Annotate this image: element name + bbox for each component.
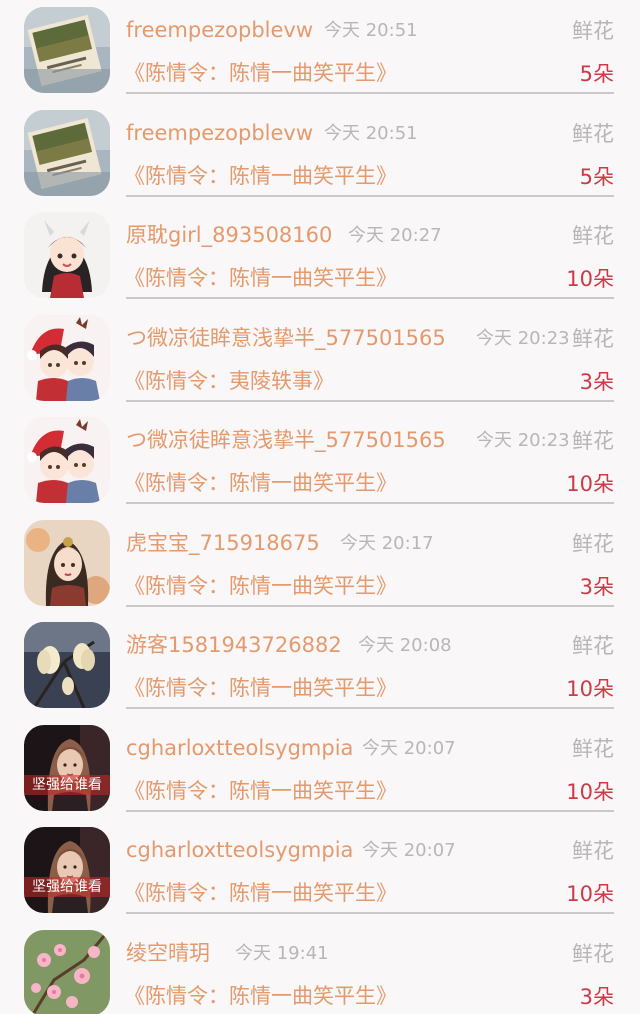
timestamp: 今天 20:08 [358, 635, 452, 656]
gift-count: 10朵 [566, 882, 614, 906]
divider [126, 912, 614, 914]
avatar[interactable] [24, 622, 110, 708]
username[interactable]: freempezopblevw [126, 119, 313, 147]
timestamp: 今天 20:23 [476, 327, 570, 349]
divider [126, 707, 614, 709]
divider [126, 604, 614, 607]
username[interactable]: cgharloxtteolsygmpia [126, 734, 353, 762]
timestamp: 今天 20:23 [476, 430, 570, 451]
book-title[interactable]: 《陈情令：陈情一曲笑平生》 [124, 162, 397, 190]
timestamp: 今天 20:51 [324, 20, 418, 41]
gift-count: 10朵 [566, 267, 614, 291]
book-title[interactable]: 《陈情令：陈情一曲笑平生》 [124, 469, 397, 497]
username[interactable]: 绫空晴玥 [126, 939, 210, 967]
book-title[interactable]: 《陈情令：陈情一曲笑平生》 [124, 59, 397, 87]
divider [126, 502, 614, 504]
gift-type: 鲜花 [572, 531, 614, 556]
avatar[interactable] [24, 314, 110, 401]
username[interactable]: 游客1581943726882 [126, 631, 342, 659]
gift-count: 3朵 [579, 984, 614, 1009]
timestamp: 今天 20:27 [348, 225, 442, 246]
gift-type: 鲜花 [572, 326, 614, 351]
gift-type: 鲜花 [572, 429, 614, 453]
divider [126, 399, 614, 402]
book-title[interactable]: 《陈情令：陈情一曲笑平生》 [124, 264, 397, 292]
gift-count: 3朵 [579, 369, 614, 394]
gift-record-row[interactable]: freempezopblevw 今天 20:51 鲜花《陈情令：陈情一曲笑平生》 5朵 [0, 103, 640, 206]
username[interactable]: 虎宝宝_715918675 [126, 529, 320, 557]
gift-type: 鲜花 [572, 19, 614, 43]
username[interactable]: つ微凉徒眸意浅挚半_577501565 [126, 426, 446, 454]
avatar-caption: 坚强给谁看 [24, 774, 110, 795]
avatar[interactable] [24, 109, 110, 196]
username[interactable]: つ微凉徒眸意浅挚半_577501565 [126, 324, 446, 352]
gift-count: 10朵 [566, 677, 614, 701]
gift-record-row[interactable]: freempezopblevw 今天 20:51 鲜花《陈情令：陈情一曲笑平生》 5朵 [0, 0, 640, 103]
gift-record-row[interactable]: 游客1581943726882 今天 20:08 鲜花《陈情令：陈情一曲笑平生》 10… [0, 615, 640, 718]
timestamp: 今天 20:17 [340, 532, 434, 554]
divider [126, 809, 614, 812]
gift-type: 鲜花 [572, 224, 614, 248]
avatar[interactable] [24, 929, 110, 1014]
gift-type: 鲜花 [572, 839, 614, 863]
book-title[interactable]: 《陈情令：陈情一曲笑平生》 [124, 982, 397, 1010]
gift-record-row[interactable]: 虎宝宝_715918675 今天 20:17 鲜花《陈情令：陈情一曲笑平生》 3朵 [0, 513, 640, 616]
gift-count: 10朵 [566, 779, 614, 804]
book-title[interactable]: 《陈情令：陈情一曲笑平生》 [124, 777, 397, 805]
gift-record-row[interactable]: 原耽girl_893508160 今天 20:27 鲜花《陈情令：陈情一曲笑平生》 1… [0, 205, 640, 308]
avatar-caption: 坚强给谁看 [24, 877, 110, 897]
gift-record-row[interactable]: つ微凉徒眸意浅挚半_577501565 今天 20:23 鲜花《陈情令：陈情一曲笑平… [0, 410, 640, 513]
gift-record-row[interactable]: つ微凉徒眸意浅挚半_577501565 今天 20:23 鲜花《陈情令：夷陵轶事》 3… [0, 308, 640, 411]
gift-record-row[interactable]: 坚强给谁看 cgharloxtteolsygmpia 今天 20:07 鲜花《陈情令：… [0, 820, 640, 923]
gift-type: 鲜花 [572, 941, 614, 966]
avatar[interactable] [24, 7, 110, 93]
gift-type: 鲜花 [572, 736, 614, 761]
username[interactable]: 原耽girl_893508160 [126, 221, 332, 249]
avatar[interactable] [24, 417, 110, 503]
timestamp: 今天 20:07 [362, 840, 456, 861]
divider [126, 297, 614, 299]
username[interactable]: freempezopblevw [126, 16, 313, 44]
gift-record-row[interactable]: 坚强给谁看 cgharloxtteolsygmpia 今天 20:07 鲜花《陈情令：… [0, 718, 640, 821]
gift-count: 10朵 [566, 472, 614, 496]
book-title[interactable]: 《陈情令：陈情一曲笑平生》 [124, 674, 397, 702]
avatar[interactable] [24, 212, 110, 298]
gift-count: 5朵 [579, 164, 614, 189]
avatar[interactable]: 坚强给谁看 [24, 827, 110, 913]
gift-record-row[interactable]: 绫空晴玥 今天 19:41 鲜花《陈情令：陈情一曲笑平生》 3朵 [0, 923, 640, 1014]
divider [126, 92, 614, 94]
gift-count: 5朵 [579, 62, 614, 86]
gift-count: 3朵 [579, 574, 614, 599]
timestamp: 今天 20:51 [324, 122, 418, 144]
book-title[interactable]: 《陈情令：夷陵轶事》 [124, 367, 334, 395]
book-title[interactable]: 《陈情令：陈情一曲笑平生》 [124, 879, 397, 907]
timestamp: 今天 19:41 [235, 942, 329, 964]
gift-type: 鲜花 [572, 634, 614, 658]
avatar[interactable]: 坚强给谁看 [24, 724, 110, 811]
username[interactable]: cgharloxtteolsygmpia [126, 836, 353, 864]
book-title[interactable]: 《陈情令：陈情一曲笑平生》 [124, 572, 397, 600]
gift-record-list: freempezopblevw 今天 20:51 鲜花 《陈情令：陈情一曲笑平生》 5朵… [0, 0, 640, 1014]
gift-type: 鲜花 [572, 121, 614, 146]
divider [126, 194, 614, 197]
avatar[interactable] [24, 519, 110, 606]
timestamp: 今天 20:07 [362, 737, 456, 759]
